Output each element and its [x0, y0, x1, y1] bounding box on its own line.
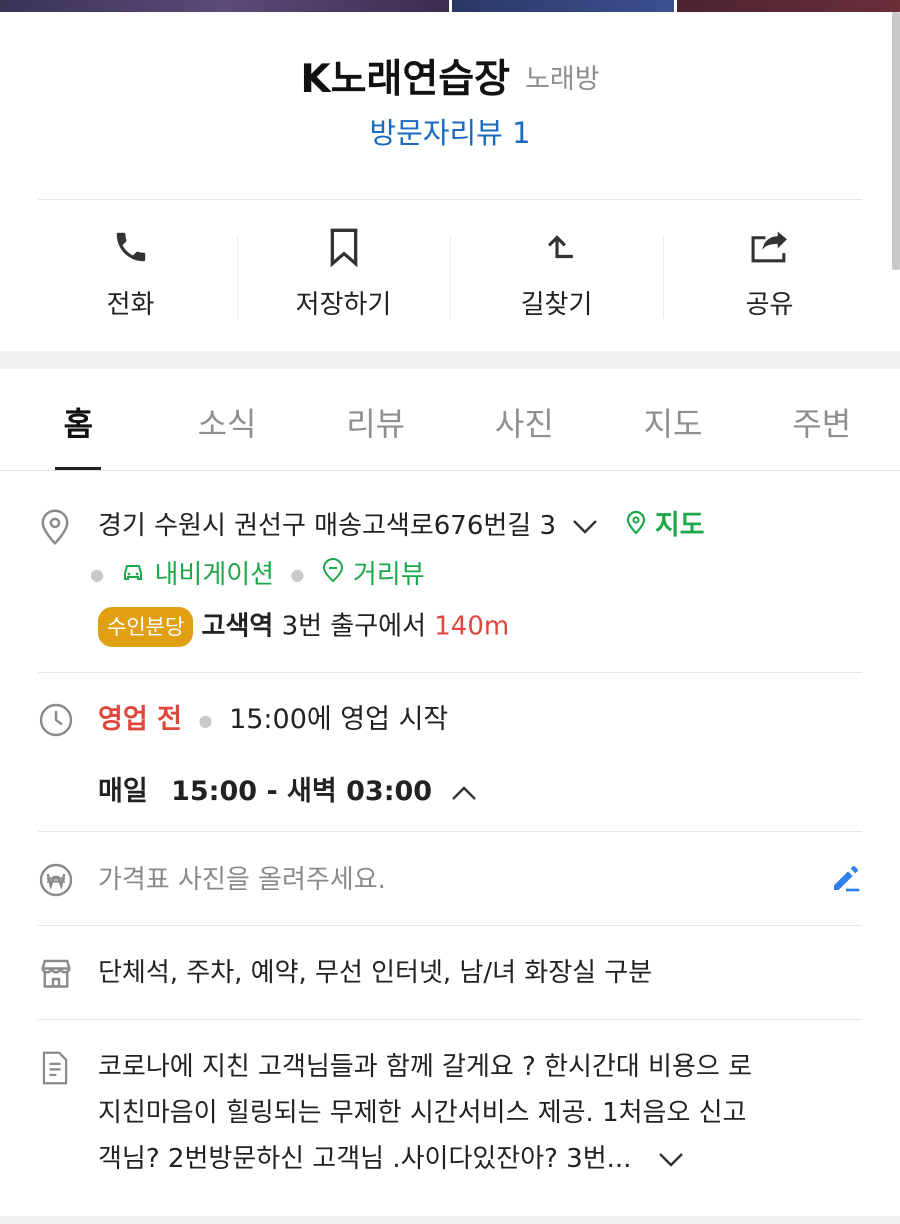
divider [38, 1019, 862, 1020]
directions-label: 길찾기 [520, 290, 593, 320]
next-open-time: 15:00에 영업 시작 [229, 704, 449, 735]
tab-map[interactable]: 지도 [599, 369, 748, 470]
address-text: 경기 수원시 권선구 매송고색로676번길 3 [98, 511, 557, 541]
subway-exit: 3번 출구에서 [281, 611, 426, 642]
hours-row: 영업 전 ● 15:00에 영업 시작 매일 15:00 - 새벽 03:00 [38, 702, 862, 808]
separator-dot: ● [198, 710, 213, 730]
tab-reviews[interactable]: 리뷰 [301, 369, 450, 470]
description-row[interactable]: 코로나에 지친 고객님들과 함께 갈게요 ? 한시간대 비용으 로 지친마음이 … [38, 1044, 862, 1183]
description-line: 코로나에 지친 고객님들과 함께 갈게요 ? 한시간대 비용으 로 [98, 1052, 752, 1082]
car-icon [120, 557, 146, 593]
divider [38, 831, 862, 832]
document-icon [38, 1050, 74, 1086]
share-button[interactable]: 공유 [663, 226, 876, 326]
separator-dot: ● [90, 565, 104, 584]
subway-distance: 140m [434, 611, 510, 642]
save-label: 저장하기 [295, 290, 392, 320]
divider [38, 672, 862, 673]
location-pin-icon [38, 508, 74, 546]
section-gap [0, 1216, 900, 1224]
photo-thumbnail[interactable] [676, 0, 900, 12]
navigation-link[interactable]: 내비게이션 [155, 560, 275, 590]
photo-thumbnail[interactable] [451, 0, 674, 12]
divider [38, 925, 862, 926]
streetview-icon [321, 557, 345, 593]
action-bar: 전화 저장하기 길찾기 공유 [24, 226, 876, 326]
phone-icon [110, 226, 152, 268]
hours-time: 15:00 - 새벽 03:00 [171, 775, 433, 807]
edit-pencil-icon[interactable] [830, 862, 862, 898]
tab-nearby[interactable]: 주변 [747, 369, 896, 470]
chevron-down-icon[interactable] [658, 1137, 684, 1183]
separator-dot: ● [290, 565, 305, 584]
directions-icon [536, 226, 578, 268]
photo-strip[interactable] [0, 0, 900, 12]
price-row[interactable]: 가격표 사진을 올려주세요. [38, 862, 862, 898]
call-button[interactable]: 전화 [24, 226, 237, 326]
tab-home[interactable]: 홈 [4, 369, 153, 470]
place-header: K노래연습장 노래방 [0, 48, 900, 104]
directions-button[interactable]: 길찾기 [450, 226, 663, 326]
description-line: 지친마음이 힐링되는 무제한 시간서비스 제공. 1처음오 신고 [98, 1098, 747, 1128]
tab-bar: 홈 소식 리뷰 사진 지도 주변 [0, 369, 900, 471]
clock-icon [38, 702, 74, 738]
bookmark-icon [323, 226, 365, 268]
tab-news[interactable]: 소식 [153, 369, 302, 470]
hours-days: 매일 [98, 775, 148, 807]
share-label: 공유 [745, 290, 794, 320]
hours-detail[interactable]: 매일 15:00 - 새벽 03:00 [98, 769, 862, 808]
subway-station: 고색역 [201, 611, 274, 642]
streetview-link[interactable]: 거리뷰 [353, 560, 425, 590]
tab-photos[interactable]: 사진 [450, 369, 599, 470]
place-category: 노래방 [525, 63, 600, 95]
address-row: 경기 수원시 권선구 매송고색로676번길 3 지도 ● 내비게이션 ● 거리뷰… [38, 508, 862, 647]
amenities-text: 단체석, 주차, 예약, 무선 인터넷, 남/녀 화장실 구분 [98, 958, 653, 988]
call-label: 전화 [106, 290, 155, 320]
store-icon [38, 955, 74, 991]
amenities-row: 단체석, 주차, 예약, 무선 인터넷, 남/녀 화장실 구분 [38, 955, 862, 991]
open-status: 영업 전 [98, 704, 182, 735]
divider [38, 199, 862, 200]
map-link[interactable]: 지도 [655, 510, 705, 541]
chevron-down-icon[interactable] [572, 509, 598, 545]
visitor-reviews-link[interactable]: 방문자리뷰 1 [0, 110, 900, 152]
photo-thumbnail[interactable] [0, 0, 449, 12]
save-button[interactable]: 저장하기 [237, 226, 450, 326]
place-name: K노래연습장 [300, 57, 510, 102]
share-icon [749, 226, 791, 268]
subway-line-badge: 수인분당 [98, 607, 194, 647]
chevron-up-icon[interactable] [451, 777, 477, 808]
price-placeholder: 가격표 사진을 올려주세요. [98, 865, 386, 895]
section-gap [0, 351, 900, 369]
map-pin-icon [625, 509, 647, 545]
won-icon [38, 862, 74, 898]
description-line: 객님? 2번방문하신 고객님 .사이다있잔아? 3번... [98, 1144, 632, 1174]
